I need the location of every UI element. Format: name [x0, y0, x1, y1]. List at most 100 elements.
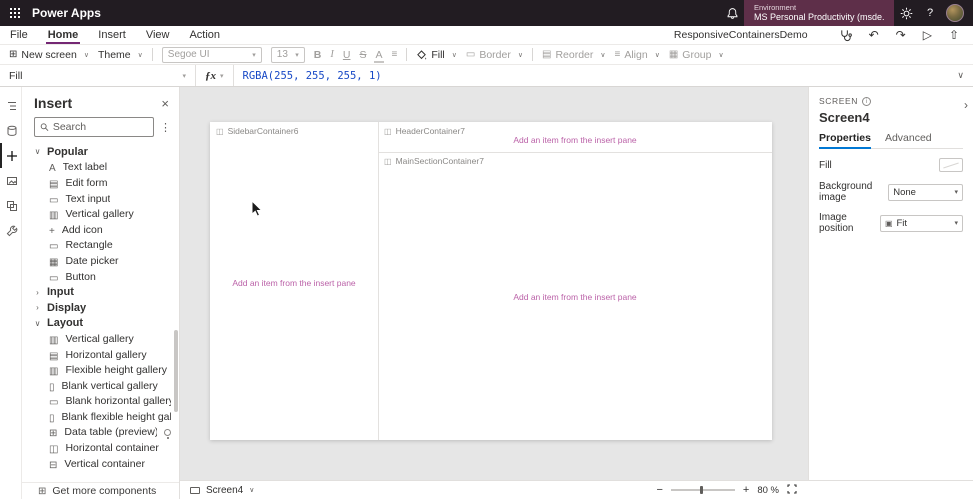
redo-button[interactable]: ↷	[896, 29, 906, 41]
app-checker-button[interactable]	[839, 29, 852, 42]
fit-to-window-button[interactable]	[787, 484, 797, 497]
zoom-in-button[interactable]: +	[743, 485, 749, 496]
insert-item-date-picker[interactable]: Date picker	[22, 253, 179, 269]
insert-item-blank-horizontal-gallery[interactable]: Blank horizontal gallery	[22, 394, 179, 410]
bold-button[interactable]: B	[314, 49, 322, 61]
get-more-components-button[interactable]: ⊞ Get more components	[22, 482, 179, 499]
text-align-button[interactable]: ≡	[392, 49, 398, 60]
insert-section-header[interactable]: ›Input	[22, 284, 179, 300]
app-name[interactable]: Power Apps	[32, 6, 101, 20]
insert-item-vertical-container[interactable]: Vertical container	[22, 456, 179, 472]
strikethrough-button[interactable]: S	[359, 49, 366, 61]
menu-item-action[interactable]: Action	[179, 26, 230, 44]
insert-item-blank-vertical-gallery[interactable]: Blank vertical gallery	[22, 378, 179, 394]
background-image-select[interactable]: None ▾	[888, 184, 963, 201]
image-position-select[interactable]: ▣ Fit ▾	[880, 215, 963, 232]
notifications-button[interactable]	[720, 7, 744, 20]
menu-item-file[interactable]: File	[0, 26, 38, 44]
close-button[interactable]: ×	[161, 97, 169, 110]
zoom-slider-thumb[interactable]	[700, 486, 703, 494]
rail-insert-button[interactable]	[0, 143, 21, 168]
chevron-down-icon: ∨	[34, 147, 41, 156]
selected-screen-name: Screen4	[819, 110, 963, 125]
help-button[interactable]: ?	[918, 7, 942, 19]
insert-search-row: ⋮	[22, 113, 179, 141]
fit-to-window-icon	[787, 484, 797, 494]
settings-button[interactable]	[894, 7, 918, 20]
font-size-value: 13	[277, 49, 288, 60]
font-color-button[interactable]: A	[375, 49, 382, 61]
formula-input[interactable]: RGBA(255, 255, 255, 1)	[234, 70, 949, 82]
fx-button[interactable]: ƒx ▾	[196, 65, 234, 86]
chevron-right-icon: ›	[34, 303, 41, 312]
insert-item-button[interactable]: Button	[22, 269, 179, 285]
italic-button[interactable]: I	[330, 49, 334, 60]
insert-item-vertical-gallery[interactable]: Vertical gallery	[22, 206, 179, 222]
formula-bar-expand-button[interactable]: ∨	[948, 70, 973, 81]
insert-item-blank-flexible-height-gallery[interactable]: Blank flexible height gallery	[22, 409, 179, 425]
publish-button[interactable]: ⇧	[949, 29, 959, 41]
fill-color-button[interactable]	[939, 158, 963, 172]
sidebar-container-label[interactable]: ◫ SidebarContainer6	[216, 126, 298, 136]
insert-item-edit-form[interactable]: Edit form	[22, 175, 179, 191]
insert-item-text-label[interactable]: Text label	[22, 160, 179, 176]
reorder-button[interactable]: ▤ Reorder	[542, 49, 606, 61]
insert-item-rectangle[interactable]: Rectangle	[22, 238, 179, 254]
app-launcher-button[interactable]	[0, 0, 30, 26]
main-container-label[interactable]: ◫ MainSectionContainer7	[384, 156, 484, 166]
insert-section-header[interactable]: ›Display	[22, 300, 179, 316]
insert-item-horizontal-gallery[interactable]: Horizontal gallery	[22, 347, 179, 363]
undo-button[interactable]: ↶	[869, 29, 879, 41]
tab-advanced[interactable]: Advanced	[885, 132, 932, 148]
play-icon: ▷	[923, 29, 932, 41]
rail-advanced-tools-button[interactable]	[0, 218, 21, 243]
tab-properties[interactable]: Properties	[819, 132, 871, 148]
insert-section-header[interactable]: ∨Popular	[22, 144, 179, 160]
plus-icon: +	[743, 484, 749, 496]
more-options-button[interactable]: ⋮	[160, 121, 171, 134]
menu-item-view[interactable]: View	[136, 26, 180, 44]
insert-plus-icon	[6, 150, 18, 162]
insert-item-text-input[interactable]: Text input	[22, 191, 179, 207]
search-input[interactable]	[53, 121, 148, 133]
menu-item-home[interactable]: Home	[38, 26, 89, 44]
align-button[interactable]: ≡ Align	[615, 49, 660, 61]
screen-artboard[interactable]: ◫ SidebarContainer6 ◫ HeaderContainer7 ◫…	[210, 122, 772, 440]
preview-button[interactable]: ▷	[923, 29, 932, 41]
insert-section-header[interactable]: ∨Layout	[22, 316, 179, 332]
environment-name: MS Personal Productivity (msde...	[754, 12, 884, 22]
zoom-slider[interactable]	[671, 489, 735, 491]
font-family-select[interactable]: Segoe UI ▾	[162, 47, 262, 63]
screen-selector[interactable]: Screen4 ∨	[180, 485, 254, 496]
get-more-components-label: Get more components	[52, 485, 156, 497]
rail-data-button[interactable]	[0, 118, 21, 143]
rail-screens-button[interactable]	[0, 193, 21, 218]
fill-button[interactable]: Fill	[416, 49, 457, 61]
fill-label: Fill	[431, 49, 444, 61]
group-button[interactable]: ▦ Group	[669, 49, 724, 61]
insert-panel-scrollbar[interactable]	[174, 330, 178, 412]
insert-item-horizontal-container[interactable]: Horizontal container	[22, 440, 179, 456]
insert-item-data-table[interactable]: Data table (preview)	[22, 425, 179, 441]
environment-picker[interactable]: Environment MS Personal Productivity (ms…	[744, 0, 894, 26]
rail-media-button[interactable]	[0, 168, 21, 193]
user-avatar[interactable]	[946, 4, 964, 22]
font-size-select[interactable]: 13 ▾	[271, 47, 305, 63]
theme-button[interactable]: Theme	[98, 49, 143, 61]
rail-tree-view-button[interactable]	[0, 93, 21, 118]
empty-container-hint: Add an item from the insert pane	[378, 135, 772, 145]
collapse-panel-button[interactable]: ›	[964, 98, 968, 112]
insert-item-flexible-height-gallery[interactable]: Flexible height gallery	[22, 362, 179, 378]
underline-button[interactable]: U	[343, 49, 351, 61]
image-position-icon: ▣	[885, 219, 893, 228]
border-button[interactable]: ▭ Border	[466, 49, 523, 61]
reorder-icon: ▤	[542, 49, 551, 60]
zoom-out-button[interactable]: −	[656, 485, 662, 496]
property-select[interactable]: Fill ▾	[0, 65, 196, 86]
insert-item-label: Text input	[65, 193, 110, 205]
insert-item-add-icon[interactable]: Add icon	[22, 222, 179, 238]
menu-item-insert[interactable]: Insert	[88, 26, 136, 44]
insert-item-vertical-gallery[interactable]: Vertical gallery	[22, 331, 179, 347]
search-box[interactable]	[34, 117, 154, 137]
new-screen-button[interactable]: ⊞ New screen	[9, 49, 89, 61]
